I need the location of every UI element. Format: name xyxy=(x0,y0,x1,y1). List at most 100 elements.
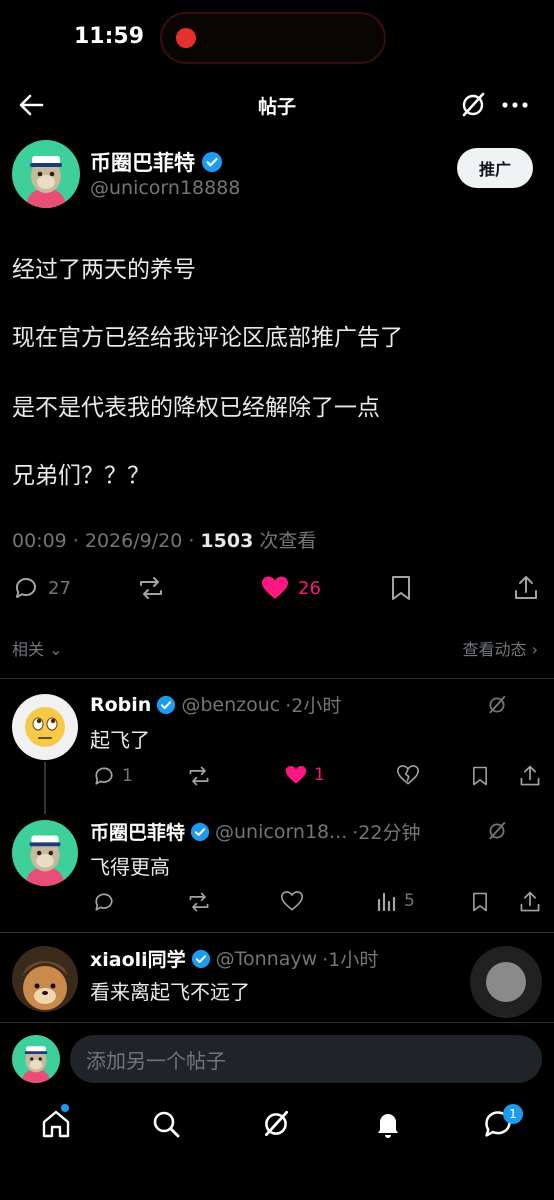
reply-time: ·22分钟 xyxy=(352,822,421,844)
reply-bookmark-button[interactable] xyxy=(470,764,490,788)
post-timestamp: 00:09 · 2026/9/20 · xyxy=(12,530,201,552)
like-button[interactable]: 26 xyxy=(260,574,321,602)
reply-header: xiaoli同学 @Tonnayw ·1小时 xyxy=(90,945,378,972)
post-text-line-4: 兄弟们？？？ xyxy=(12,463,150,489)
reply-text: 起飞了 xyxy=(90,728,150,752)
view-activity-link[interactable]: 查看动态 › xyxy=(463,636,539,660)
reply-grok-icon[interactable] xyxy=(486,820,508,842)
repost-button[interactable] xyxy=(136,574,166,602)
share-button[interactable] xyxy=(512,574,540,602)
divider xyxy=(0,678,554,679)
reply-author-name[interactable]: xiaoli同学 xyxy=(90,945,186,972)
reply-like-count: 1 xyxy=(314,765,325,785)
related-toggle[interactable]: 相关 ⌄ xyxy=(12,636,63,660)
promote-button[interactable]: 推广 xyxy=(457,148,533,188)
heart-broken-icon xyxy=(396,765,420,785)
share-icon xyxy=(515,576,537,599)
tab-grok[interactable] xyxy=(260,1108,292,1140)
tab-search[interactable] xyxy=(150,1108,182,1140)
composer-input[interactable]: 添加另一个帖子 xyxy=(70,1035,542,1083)
reply-share-button[interactable] xyxy=(518,890,542,914)
thread-line xyxy=(44,762,46,814)
reply-button[interactable]: 27 xyxy=(12,574,71,602)
reply-share-button[interactable] xyxy=(518,764,542,788)
reply-repost-button[interactable] xyxy=(186,890,212,914)
post-meta: 00:09 · 2026/9/20 · 1503 次查看 xyxy=(12,526,316,553)
verified-badge-icon xyxy=(201,151,223,173)
reply-author-handle[interactable]: @unicorn18... xyxy=(215,821,347,843)
reply-composer: 添加另一个帖子 xyxy=(0,1022,554,1096)
comment-icon xyxy=(95,767,113,785)
reply-author-name[interactable]: Robin xyxy=(90,694,151,716)
messages-badge: 1 xyxy=(503,1104,523,1124)
post-text-line-2: 现在官方已经给我评论区底部推广告了 xyxy=(12,325,403,351)
reply-text: 飞得更高 xyxy=(90,855,170,879)
reply-header: Robin @benzouc ·2小时 xyxy=(90,691,341,718)
bell-icon xyxy=(378,1114,398,1138)
tab-notifications[interactable] xyxy=(372,1108,404,1140)
reply-count: 27 xyxy=(48,577,71,599)
verified-badge-icon xyxy=(191,949,211,969)
reply-author-name[interactable]: 币圈巴菲特 xyxy=(90,818,185,845)
analytics-icon xyxy=(377,892,396,912)
heart-icon xyxy=(280,891,304,911)
author-name-text: 币圈巴菲特 xyxy=(90,151,195,175)
grok-icon[interactable] xyxy=(458,90,488,120)
reply-text: 看来离起飞不远了 xyxy=(90,980,250,1004)
repost-icon xyxy=(140,577,162,599)
share-icon xyxy=(520,891,540,912)
reply-views-button[interactable]: 5 xyxy=(376,890,415,912)
reply-avatar-xiaoli[interactable] xyxy=(12,946,78,1012)
view-count: 1503 xyxy=(200,530,254,552)
reply-header: 币圈巴菲特 @unicorn18... ·22分钟 xyxy=(90,818,420,845)
heart-filled-icon xyxy=(262,576,288,599)
author-name[interactable]: 币圈巴菲特 xyxy=(90,147,223,177)
home-icon xyxy=(42,1110,70,1138)
author-avatar[interactable] xyxy=(12,140,80,208)
divider xyxy=(0,932,554,933)
post-actions: 27 26 xyxy=(0,570,554,606)
repost-icon xyxy=(189,892,209,912)
reply-time: ·2小时 xyxy=(285,695,342,717)
reply-author-handle[interactable]: @Tonnayw xyxy=(216,948,318,970)
reply-author-handle[interactable]: @benzouc xyxy=(181,694,280,716)
bookmark-icon xyxy=(392,576,410,600)
top-nav: 帖子 xyxy=(0,80,554,130)
verified-badge-icon xyxy=(190,822,210,842)
composer-avatar xyxy=(12,1035,60,1083)
reply-avatar-robin[interactable] xyxy=(12,694,78,760)
author-handle[interactable]: @unicorn18888 xyxy=(90,177,240,199)
reply-like-button[interactable]: 1 xyxy=(284,764,325,786)
reply-repost-button[interactable] xyxy=(186,764,212,788)
reply-bookmark-button[interactable] xyxy=(470,890,490,914)
search-icon xyxy=(153,1111,180,1138)
heart-filled-icon xyxy=(285,765,307,784)
chevron-right-icon: › xyxy=(526,640,538,659)
dynamic-island xyxy=(160,12,386,64)
reply-view-count: 5 xyxy=(404,891,415,911)
floating-assistive-button[interactable] xyxy=(470,946,542,1018)
reply-comment-button[interactable] xyxy=(92,890,116,914)
recording-indicator xyxy=(176,28,196,48)
reply-comment-button[interactable]: 1 xyxy=(92,764,133,788)
repost-icon xyxy=(189,766,209,786)
bookmark-button[interactable] xyxy=(388,574,414,602)
comment-icon xyxy=(15,578,36,598)
reply-avatar-author[interactable] xyxy=(12,820,78,886)
verified-badge-icon xyxy=(156,695,176,715)
post-text-line-1: 经过了两天的养号 xyxy=(12,257,196,283)
reply-dislike-button[interactable] xyxy=(396,764,420,786)
tab-home[interactable] xyxy=(40,1104,72,1140)
share-icon xyxy=(520,765,540,786)
reply-grok-icon[interactable] xyxy=(486,694,508,716)
grok-icon xyxy=(265,1110,289,1137)
more-options-icon[interactable] xyxy=(500,90,530,120)
view-activity-label: 查看动态 xyxy=(462,640,527,659)
floating-button-knob xyxy=(486,962,526,1002)
post-text-line-3: 是不是代表我的降权已经解除了一点 xyxy=(12,395,380,421)
reply-like-button[interactable] xyxy=(280,890,304,912)
reply-time: ·1小时 xyxy=(322,949,379,971)
chevron-down-icon: ⌄ xyxy=(44,640,63,659)
bookmark-icon xyxy=(473,766,487,786)
bottom-tab-bar: 1 xyxy=(0,1096,554,1200)
